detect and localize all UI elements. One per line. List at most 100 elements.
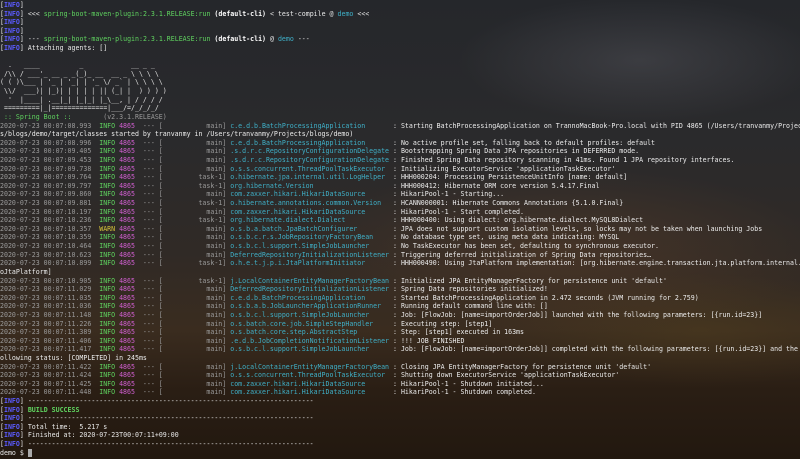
log-colon: : xyxy=(392,285,401,294)
log-separator: ] xyxy=(222,147,231,156)
log-colon: : xyxy=(392,293,401,302)
log-logger: o.hibernate.annotations.common.Version xyxy=(230,199,382,208)
log-separator: ] xyxy=(222,302,231,311)
info-bracket-close: ] xyxy=(19,405,28,414)
spring-boot-label: :: Spring Boot :: xyxy=(0,112,76,121)
info-bracket-close: ] xyxy=(19,414,28,423)
log-line: 2020-07-23 00:07:11.424 INFO 4865 --- [mai… xyxy=(0,371,800,380)
log-separator: ] xyxy=(222,336,231,345)
shell-prompt-line: demo $ xyxy=(0,448,800,458)
info-bracket-close: ] xyxy=(19,397,28,406)
info-tag: INFO xyxy=(3,414,20,423)
spring-banner-line: . ____ _ __ _ _ xyxy=(0,61,800,70)
log-separator: ] xyxy=(222,207,231,216)
log-level: INFO xyxy=(99,293,116,302)
terminal-window[interactable]: [INFO] [INFO] <<< spring-boot-maven-plug… xyxy=(0,0,800,459)
log-logger: org.hibernate.Version xyxy=(230,181,314,190)
log-separator: ] xyxy=(222,310,231,319)
log-thread: main xyxy=(206,336,223,345)
log-line-wrap: ollowing status: [COMPLETED] in 245ms xyxy=(0,354,800,363)
log-message: Spring Data repositories initialized! xyxy=(400,285,548,294)
banner-art: \\/ ___)| |_)| | | | | || (_| | ) ) ) ) xyxy=(0,87,167,96)
log-level: INFO xyxy=(99,173,116,182)
info-tag: INFO xyxy=(3,405,20,414)
log-thread: main xyxy=(206,319,223,328)
log-level: INFO xyxy=(99,319,116,328)
log-thread: main xyxy=(206,190,223,199)
log-line: 2020-07-23 00:07:10.623 INFO 4865 --- [mai… xyxy=(0,251,800,260)
log-pid: 4865 xyxy=(119,259,135,268)
log-level: INFO xyxy=(99,181,116,190)
log-thread: main xyxy=(206,242,223,251)
log-colon: : xyxy=(392,224,401,233)
log-level: INFO xyxy=(99,371,116,380)
log-pid: 4865 xyxy=(119,336,135,345)
log-separator: ] xyxy=(222,388,231,397)
log-level: INFO xyxy=(99,345,116,354)
log-logger: com.zaxxer.hikari.HikariDataSource xyxy=(230,190,366,199)
log-level: INFO xyxy=(99,121,116,130)
log-timestamp: 2020-07-23 00:07:09.738 xyxy=(0,164,92,173)
log-logger: o.s.s.concurrent.ThreadPoolTaskExecutor xyxy=(230,164,386,173)
log-logger: o.hibernate.jpa.internal.util.LogHelper xyxy=(230,173,386,182)
log-separator: --- [ xyxy=(138,147,163,156)
spring-banner-line: ' |____| .__|_| |_|_| |_\__, | / / / / xyxy=(0,96,800,105)
log-timestamp: 2020-07-23 00:07:10.359 xyxy=(0,233,92,242)
info-bracket-close: ] xyxy=(19,35,28,44)
log-timestamp: 2020-07-23 00:07:11.226 xyxy=(0,319,92,328)
cursor-block[interactable] xyxy=(27,448,32,457)
log-message: Triggering deferred initialization of Sp… xyxy=(400,250,652,259)
text-segment: (default-cli) xyxy=(210,35,267,44)
maven-info-line: [INFO] Attaching agents: [] xyxy=(0,44,800,53)
log-separator: ] xyxy=(222,181,231,190)
log-separator: --- [ xyxy=(138,310,163,319)
log-separator: --- [ xyxy=(138,302,163,311)
log-line: 2020-07-23 00:07:11.389 INFO 4865 --- [mai… xyxy=(0,328,800,337)
log-timestamp: 2020-07-23 00:07:08.993 xyxy=(0,121,92,130)
log-timestamp: 2020-07-23 00:07:11.389 xyxy=(0,328,92,337)
log-separator: --- [ xyxy=(138,207,163,216)
text-segment: Total time: 5.217 s xyxy=(27,422,108,431)
log-message: Job: [FlowJob: [name=importOrderJob]] co… xyxy=(400,345,800,354)
log-separator: --- [ xyxy=(138,224,163,233)
log-thread: main xyxy=(206,285,223,294)
log-separator: ] xyxy=(222,379,231,388)
log-separator: --- [ xyxy=(138,250,163,259)
log-colon: : xyxy=(392,302,401,311)
log-logger: DeferredRepositoryInitializationListener xyxy=(230,250,390,259)
log-message: HCANN000001: Hibernate Commons Annotatio… xyxy=(400,199,624,208)
log-message: Initializing ExecutorService 'applicatio… xyxy=(400,164,616,173)
log-separator: --- [ xyxy=(138,242,163,251)
log-level: INFO xyxy=(99,285,116,294)
log-logger: o.s.batch.core.job.SimpleStepHandler xyxy=(230,319,374,328)
log-logger: com.zaxxer.hikari.HikariDataSource xyxy=(230,379,366,388)
log-thread: main xyxy=(206,155,223,164)
log-line: 2020-07-23 00:07:08.996 INFO 4865 --- [mai… xyxy=(0,139,800,148)
text-segment: --- xyxy=(27,35,44,44)
log-timestamp: 2020-07-23 00:07:10.236 xyxy=(0,216,92,225)
log-message: Starting BatchProcessingApplication on T… xyxy=(400,121,800,130)
log-level: WARN xyxy=(99,224,116,233)
log-line-wrap: oJtaPlatform] xyxy=(0,268,800,277)
log-timestamp: 2020-07-23 00:07:10.357 xyxy=(0,224,92,233)
maven-info-line: [INFO] xyxy=(0,27,800,36)
log-colon: : xyxy=(392,379,401,388)
log-pid: 4865 xyxy=(119,190,135,199)
log-separator: ] xyxy=(222,190,231,199)
log-pid: 4865 xyxy=(119,302,135,311)
log-line: 2020-07-23 00:07:09.797 INFO 4865 --- [tas… xyxy=(0,182,800,191)
log-message: Initialized JPA EntityManagerFactory for… xyxy=(400,276,667,285)
log-line: 2020-07-23 00:07:11.422 INFO 4865 --- [mai… xyxy=(0,363,800,372)
text-segment: ----------------------------------------… xyxy=(27,414,314,423)
log-pid: 4865 xyxy=(119,371,135,380)
log-level: INFO xyxy=(99,362,116,371)
text-segment: --- xyxy=(293,35,310,44)
log-separator: --- [ xyxy=(138,233,163,242)
banner-art: ( ( )\___ | '_ | '_| | '_ \/ _` | \ \ \ … xyxy=(0,78,163,87)
log-thread: main xyxy=(206,121,223,130)
log-level: INFO xyxy=(99,233,116,242)
maven-info-line: [INFO] Finished at: 2020-07-23T00:07:11+… xyxy=(0,431,800,440)
log-level: INFO xyxy=(99,388,116,397)
log-timestamp: 2020-07-23 00:07:11.029 xyxy=(0,285,92,294)
log-level: INFO xyxy=(99,199,116,208)
